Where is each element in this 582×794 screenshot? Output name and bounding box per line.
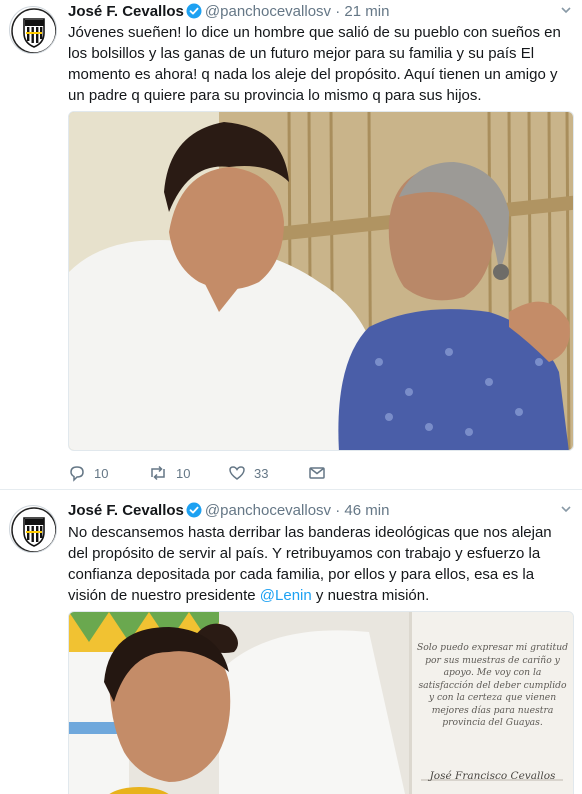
club-crest-icon <box>11 507 56 552</box>
tweet[interactable]: José F. Cevallos @panchocevallosv · 46 mi… <box>0 489 582 794</box>
letter-signature: José Francisco Cevallos <box>429 770 556 782</box>
tweet-photo[interactable]: Solo puedo expresar mi gratitud por sus … <box>68 611 574 794</box>
author-handle[interactable]: @panchocevallosv <box>205 3 331 20</box>
separator: · <box>335 3 341 20</box>
tweet-photo[interactable] <box>68 111 574 451</box>
tweet-text: No descansemos hasta derribar las bander… <box>68 522 574 606</box>
tweet-header: José F. Cevallos @panchocevallosv · 46 mi… <box>68 501 572 521</box>
direct-message-button[interactable] <box>308 463 326 483</box>
retweet-button[interactable]: 10 <box>148 463 190 483</box>
author-name[interactable]: José F. Cevallos <box>68 3 184 20</box>
timestamp[interactable]: 21 min <box>344 3 389 20</box>
retweet-count: 10 <box>176 465 191 481</box>
verified-badge-icon <box>186 502 202 524</box>
author-handle[interactable]: @panchocevallosv <box>205 502 331 519</box>
author-name[interactable]: José F. Cevallos <box>68 502 184 519</box>
timestamp[interactable]: 46 min <box>344 502 389 519</box>
heart-icon <box>228 464 246 482</box>
reply-count: 10 <box>94 465 109 481</box>
photo-man-and-elderly-woman <box>69 112 573 450</box>
envelope-icon <box>308 464 326 482</box>
chevron-down-icon[interactable] <box>560 2 572 22</box>
avatar[interactable] <box>9 6 57 54</box>
club-crest-icon <box>11 8 56 53</box>
speech-bubble-icon <box>68 464 86 482</box>
like-button[interactable]: 33 <box>228 463 268 483</box>
retweet-arrows-icon <box>148 464 168 482</box>
chevron-down-icon[interactable] <box>560 501 572 521</box>
like-count: 33 <box>254 465 269 481</box>
tweet-text-part: y nuestra misión. <box>311 587 430 604</box>
mention-link[interactable]: @Lenin <box>260 587 312 604</box>
reply-button[interactable]: 10 <box>68 463 108 483</box>
avatar[interactable] <box>9 505 57 553</box>
tweet[interactable]: José F. Cevallos @panchocevallosv · 21 mi… <box>0 0 582 489</box>
letter-text: Solo puedo expresar mi gratitud por sus … <box>416 642 569 728</box>
tweet-text: Jóvenes sueñen! lo dice un hombre que sa… <box>68 24 561 104</box>
separator: · <box>335 502 341 519</box>
tweet-header: José F. Cevallos @panchocevallosv · 21 mi… <box>68 2 572 22</box>
